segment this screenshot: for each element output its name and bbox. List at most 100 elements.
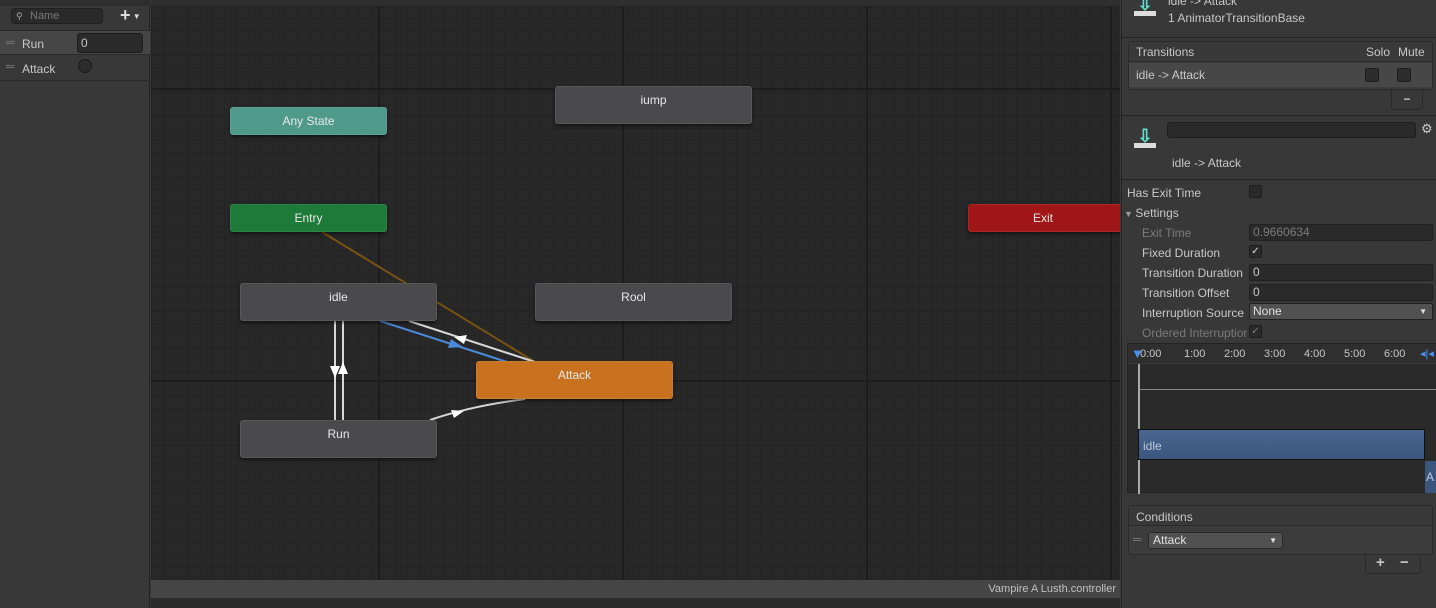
inspector-panel: ⇩ idle -> Attack 1 AnimatorTransitionBas…: [1121, 0, 1436, 608]
transition-row-label: idle -> Attack: [1136, 68, 1206, 82]
transition-icon: ⇩: [1134, 0, 1156, 16]
arrow-icon: [451, 410, 464, 418]
parameter-name: Attack: [22, 62, 56, 76]
has-exit-time-checkbox[interactable]: [1249, 185, 1262, 198]
transitions-list: Transitions Solo Mute idle -> Attack: [1128, 41, 1433, 90]
state-label: idle: [329, 290, 348, 304]
triangle-down-icon: ▼: [1124, 209, 1136, 219]
idle-to-attack-line[interactable]: [379, 320, 508, 363]
state-label: Attack: [557, 368, 592, 382]
transition-offset-input[interactable]: 0: [1249, 284, 1433, 301]
parameter-search-input[interactable]: ⚲ Name: [11, 8, 103, 24]
solo-checkbox[interactable]: [1365, 68, 1379, 82]
ordered-interruption-label: Ordered Interruption: [1142, 326, 1247, 340]
interruption-source-dropdown[interactable]: None ▼: [1249, 303, 1433, 320]
parameter-name: Run: [22, 37, 45, 51]
state-label: Entry: [294, 211, 323, 225]
tick-label: 4:00: [1304, 348, 1326, 360]
exit-time-label: Exit Time: [1142, 226, 1192, 240]
dest-clip-label: A: [1426, 470, 1435, 484]
state-jump[interactable]: iump: [555, 86, 752, 124]
attack-to-idle-line[interactable]: [408, 320, 536, 363]
transition-timeline[interactable]: 0:00 1:00 2:00 3:00 4:00 5:00 6:00 ▼ ◂|◂…: [1127, 343, 1436, 494]
add-condition-button[interactable]: +: [1376, 554, 1385, 571]
transition-end-marker-icon[interactable]: ◂|◂: [1420, 347, 1434, 360]
chevron-down-icon: ▼: [1419, 307, 1427, 316]
timeline-ruler: 0:00 1:00 2:00 3:00 4:00 5:00 6:00 ▼ ◂|◂: [1128, 344, 1436, 364]
drag-handle-icon[interactable]: ═: [6, 35, 15, 49]
state-label: Exit: [1032, 211, 1053, 225]
trigger-toggle[interactable]: [78, 59, 92, 73]
transition-duration-label: Transition Duration: [1142, 266, 1243, 280]
parameter-row[interactable]: ═ Attack: [0, 56, 150, 81]
drag-handle-icon[interactable]: ═: [6, 59, 15, 73]
settings-foldout[interactable]: ▼ Settings: [1124, 206, 1179, 220]
remove-condition-button[interactable]: −: [1400, 554, 1409, 571]
condition-row[interactable]: ═ Attack ▼: [1129, 527, 1432, 554]
tick-label: 6:00: [1384, 348, 1406, 360]
run-to-attack-line[interactable]: [429, 398, 526, 421]
search-placeholder: Name: [30, 10, 60, 22]
conditions-list: Conditions ═ Attack ▼: [1128, 505, 1433, 555]
transition-offset-label: Transition Offset: [1142, 286, 1230, 300]
chevron-down-icon: ▼: [1269, 536, 1277, 545]
state-any-state[interactable]: Any State: [230, 107, 387, 135]
state-label: Run: [327, 427, 350, 441]
search-icon: ⚲: [16, 11, 23, 21]
settings-label: Settings: [1135, 206, 1179, 220]
transition-start-marker-icon[interactable]: ▼: [1131, 346, 1144, 361]
controller-filename: Vampire A Lusth.controller: [988, 583, 1116, 595]
has-exit-time-label: Has Exit Time: [1127, 186, 1202, 200]
minus-icon: −: [1403, 92, 1411, 106]
transition-icon: ⇩: [1134, 126, 1156, 148]
plus-icon: +: [120, 5, 131, 25]
ordered-interruption-checkbox: ✓: [1249, 325, 1262, 338]
chevron-down-icon: ▼: [130, 11, 141, 21]
state-rool[interactable]: Rool: [535, 283, 732, 321]
source-clip-bar[interactable]: idle: [1138, 429, 1425, 460]
state-run[interactable]: Run: [240, 420, 437, 458]
parameter-row[interactable]: ═ Run 0: [0, 30, 150, 55]
fixed-duration-checkbox[interactable]: ✓: [1249, 245, 1262, 258]
tick-label: 3:00: [1264, 348, 1286, 360]
tick-label: 5:00: [1344, 348, 1366, 360]
graph-footer: Vampire A Lusth.controller: [151, 580, 1120, 598]
dest-clip-bar[interactable]: A: [1425, 461, 1436, 493]
state-label: iump: [640, 93, 667, 107]
state-entry[interactable]: Entry: [230, 204, 387, 232]
transition-name-input[interactable]: [1167, 122, 1416, 138]
mute-header: Mute: [1398, 45, 1425, 59]
dropdown-value: None: [1253, 304, 1282, 318]
state-label: Any State: [282, 114, 335, 128]
condition-buttons: + −: [1365, 554, 1421, 574]
state-exit[interactable]: Exit: [968, 204, 1120, 232]
inspector-subtitle: 1 AnimatorTransitionBase: [1168, 11, 1305, 25]
interruption-source-label: Interruption Source: [1142, 306, 1245, 320]
arrow-icon: [330, 366, 340, 378]
parameters-panel: ⚲ Name + ▼ ═ Run 0 ═ Attack: [0, 0, 150, 608]
transition-row[interactable]: idle -> Attack: [1129, 63, 1432, 87]
condition-parameter-dropdown[interactable]: Attack ▼: [1148, 532, 1283, 549]
animator-graph[interactable]: Any State iump Entry Exit idle Rool Atta…: [151, 6, 1120, 580]
state-attack[interactable]: Attack: [476, 361, 673, 399]
fixed-duration-label: Fixed Duration: [1142, 246, 1221, 260]
solo-header: Solo: [1366, 45, 1391, 59]
exit-time-input: 0.9660634: [1249, 224, 1433, 241]
transition-name-label: idle -> Attack: [1172, 156, 1242, 170]
arrow-icon: [338, 362, 348, 374]
mute-checkbox[interactable]: [1397, 68, 1411, 82]
state-idle[interactable]: idle: [240, 283, 437, 321]
state-label: Rool: [621, 290, 646, 304]
parameter-value-input[interactable]: 0: [77, 33, 143, 53]
remove-transition-button[interactable]: −: [1391, 89, 1423, 110]
gear-icon[interactable]: ⚙: [1421, 121, 1433, 137]
dropdown-value: Attack: [1153, 533, 1187, 547]
transition-duration-input[interactable]: 0: [1249, 264, 1433, 281]
tick-label: 1:00: [1184, 348, 1206, 360]
inspector-title: idle -> Attack: [1168, 0, 1238, 8]
drag-handle-icon[interactable]: ═: [1133, 532, 1142, 546]
tick-label: 2:00: [1224, 348, 1246, 360]
add-parameter-button[interactable]: + ▼: [120, 5, 141, 26]
conditions-header: Conditions: [1136, 510, 1193, 524]
transitions-header: Transitions: [1136, 45, 1195, 59]
